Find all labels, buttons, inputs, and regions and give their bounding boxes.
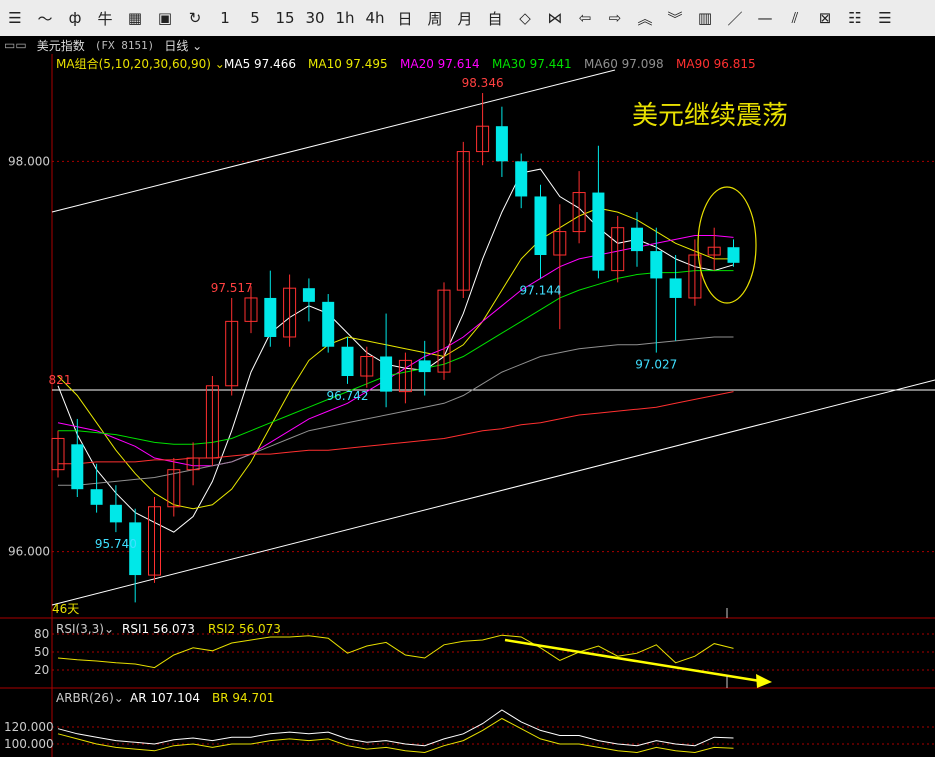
candle-body-down xyxy=(515,161,528,197)
ar-value: AR 107.104 xyxy=(130,691,200,705)
price-label: 97.027 xyxy=(635,358,677,372)
y-tick-label: 98.000 xyxy=(8,154,50,168)
highlight-ellipse xyxy=(697,186,757,304)
rsi-line xyxy=(57,634,734,669)
candle-body-down xyxy=(322,301,335,347)
ma-line-ma90 xyxy=(58,391,734,465)
channel-upper-line xyxy=(51,69,616,213)
candle-body-down xyxy=(727,247,740,263)
ma-line-ma60 xyxy=(58,336,734,486)
chart-canvas: 98.000 96.000 98.346 97.517 97.144 97.027 96.7… xyxy=(0,54,935,757)
price-label: 821 xyxy=(49,373,72,387)
price-label: 98.346 xyxy=(462,76,504,90)
chart-annotation: 美元继续震荡 xyxy=(632,101,788,131)
ma-legend-item: MA5 97.466 xyxy=(224,57,296,71)
ma-line-ma5 xyxy=(57,168,734,533)
bars-count-label: 46天 xyxy=(52,602,79,616)
candle-body-down xyxy=(109,504,122,523)
rsi-tick-label: 20 xyxy=(34,663,49,677)
arbr-label: ARBR(26)⌄ xyxy=(56,691,124,705)
ma-legend-item: MA20 97.614 xyxy=(400,57,480,71)
ar-line xyxy=(57,709,734,747)
price-label: 97.517 xyxy=(211,281,253,295)
price-label: 97.144 xyxy=(520,283,562,297)
candle-body-down xyxy=(669,278,682,298)
ma-legend-item: MA90 96.815 xyxy=(676,57,756,71)
y-tick-label: 96.000 xyxy=(8,545,50,559)
candle-body-down xyxy=(592,192,605,271)
br-value: BR 94.701 xyxy=(212,691,274,705)
candle-body-down xyxy=(495,126,508,162)
trend-arrow-line xyxy=(504,638,761,683)
price-label: 95.740 xyxy=(95,537,137,551)
ma-legend-item: MA60 97.098 xyxy=(584,57,664,71)
trend-arrow-head xyxy=(756,674,772,688)
br-line xyxy=(57,717,734,754)
candle-body-down xyxy=(90,489,103,505)
candle-body-down xyxy=(534,196,547,256)
arbr-tick-label: 120.000 xyxy=(4,720,54,734)
arbr-tick-label: 100.000 xyxy=(4,737,54,751)
candle-body-down xyxy=(71,444,84,490)
ma-group-label: MA组合(5,10,20,30,60,90) ⌄ xyxy=(56,56,225,71)
candle-body-down xyxy=(302,288,315,302)
candle-body-down xyxy=(341,346,354,377)
channel-lower-line xyxy=(51,379,935,606)
rsi-label: RSI(3,3)⌄ xyxy=(56,622,114,636)
price-label: 96.742 xyxy=(327,389,369,403)
candle-body-down xyxy=(264,297,277,337)
rsi-tick-label: 50 xyxy=(34,645,49,659)
ma-legend-item: MA30 97.441 xyxy=(492,57,572,71)
ma-line-ma30 xyxy=(58,270,734,445)
candle-body-down xyxy=(380,356,393,392)
rsi-tick-label: 80 xyxy=(34,627,49,641)
ma-line-ma20 xyxy=(57,235,734,467)
candle-body-down xyxy=(631,227,643,252)
candle-body-down xyxy=(418,360,431,373)
ma-line-ma10 xyxy=(57,207,734,510)
candle-body-down xyxy=(650,251,663,279)
ma-legend-item: MA10 97.495 xyxy=(308,57,388,71)
